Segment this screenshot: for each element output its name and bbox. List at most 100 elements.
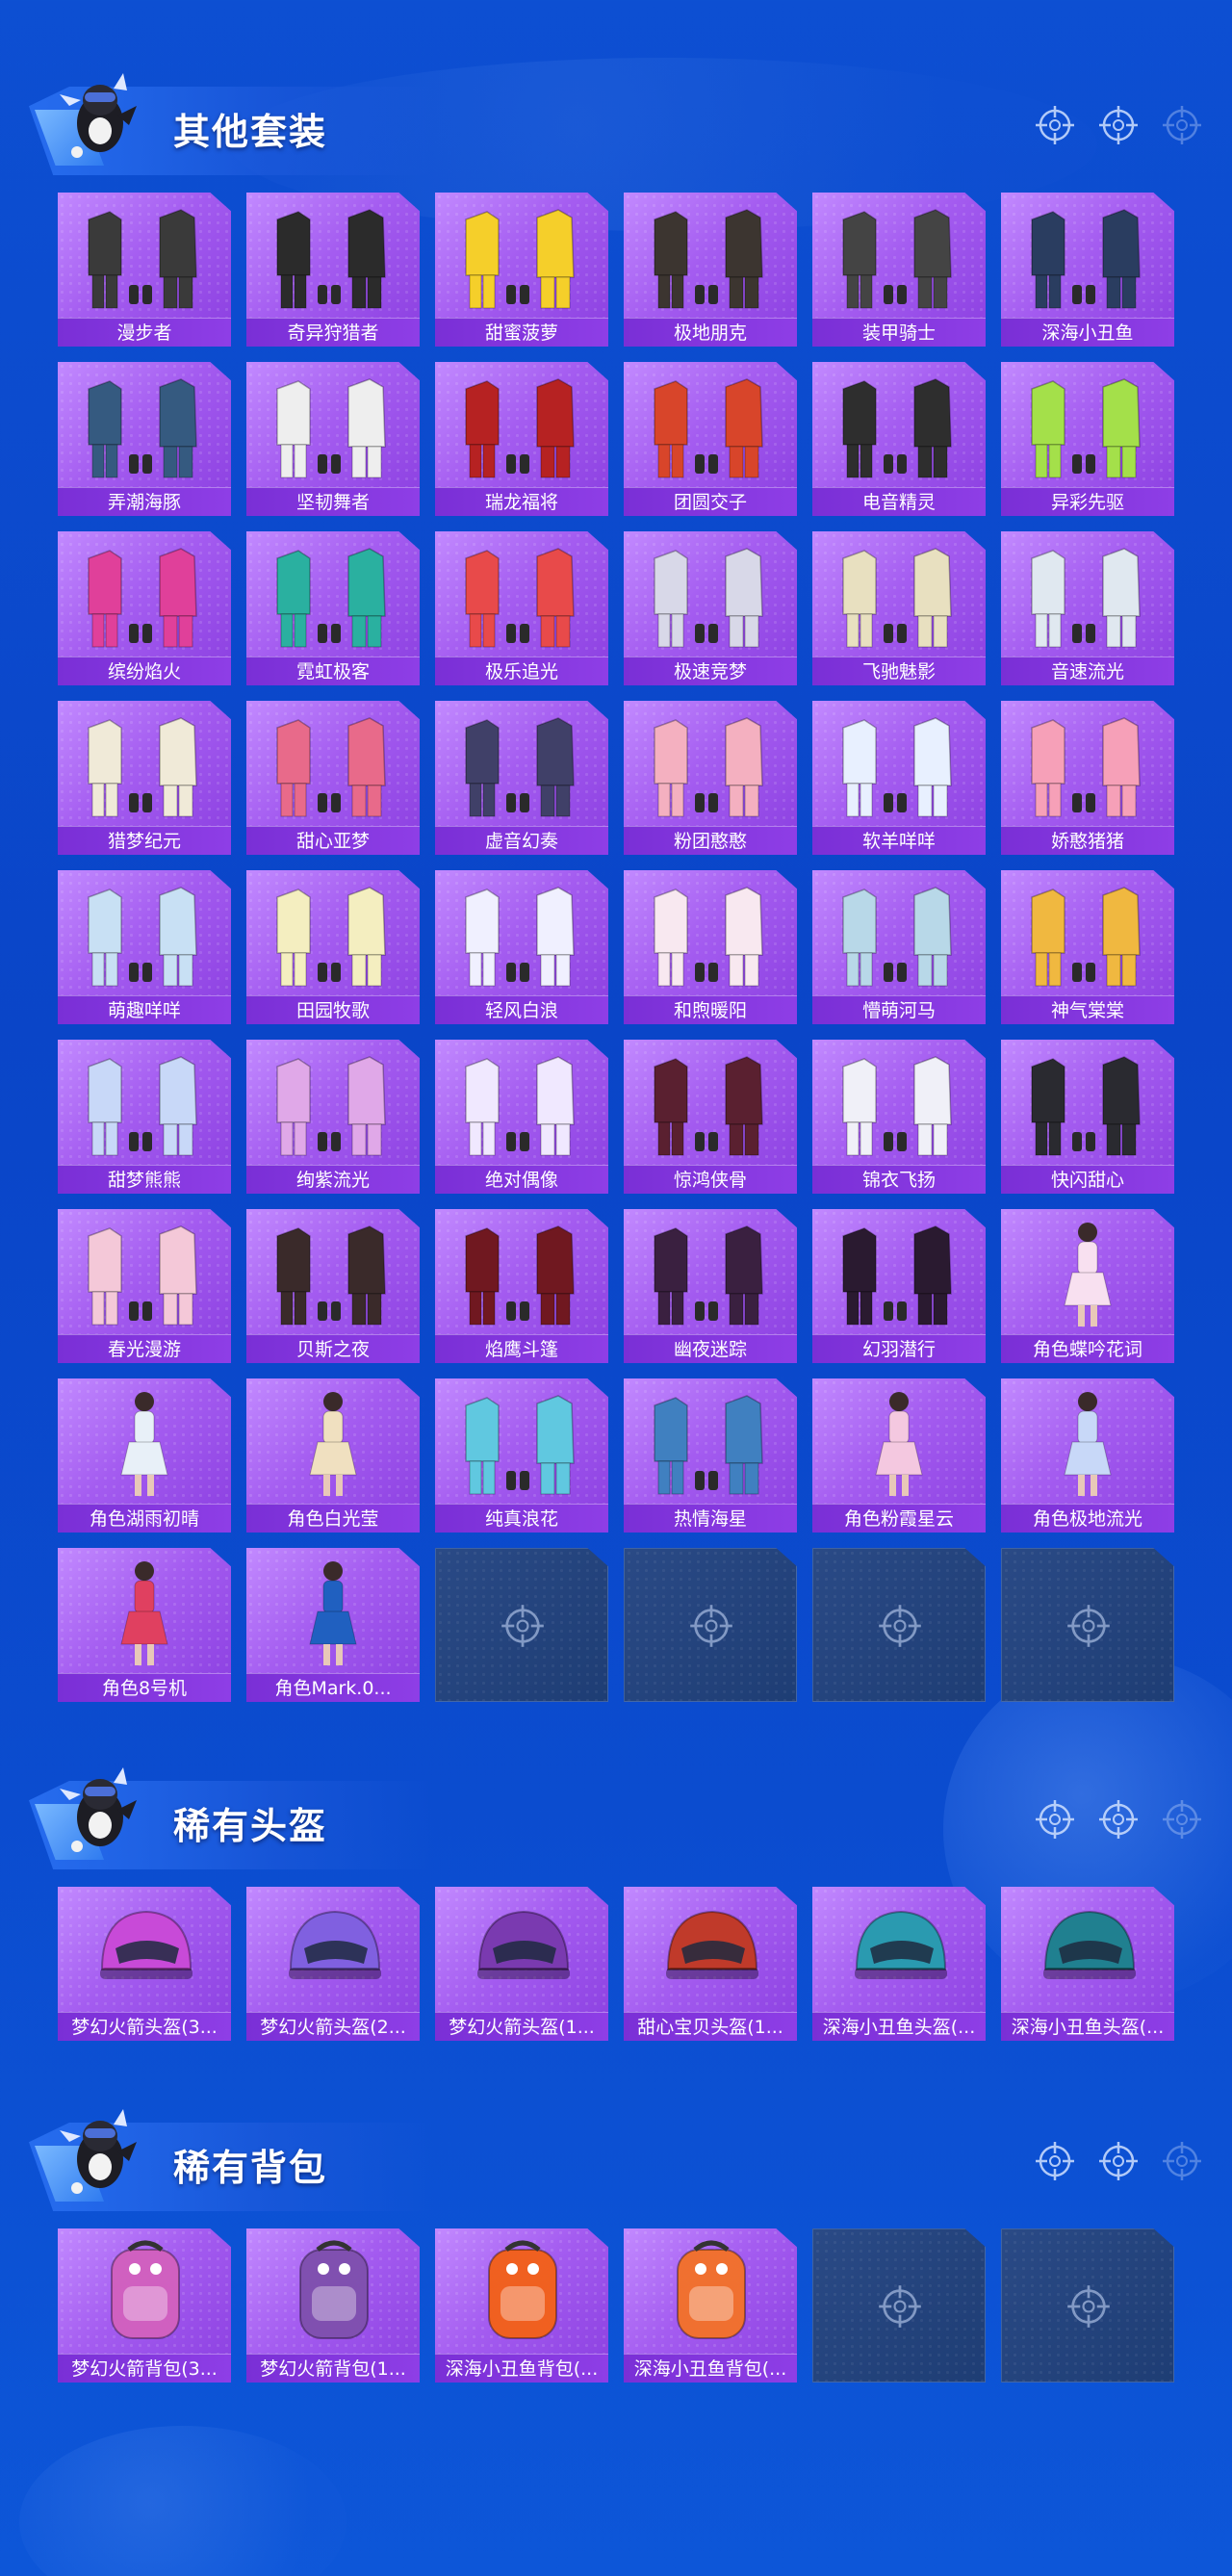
item-card[interactable]: 懵萌河马 — [812, 870, 986, 1024]
item-label: 梦幻火箭头盔(3... — [58, 2012, 231, 2041]
item-card[interactable]: 深海小丑鱼背包(... — [435, 2228, 608, 2383]
item-card[interactable]: 角色8号机 — [58, 1548, 231, 1702]
item-card[interactable]: 装甲骑士 — [812, 193, 986, 347]
item-label: 极乐追光 — [435, 657, 608, 685]
section-header: 稀有头盔 — [0, 1752, 1232, 1869]
item-label: 懵萌河马 — [812, 995, 986, 1024]
item-card[interactable]: 萌趣咩咩 — [58, 870, 231, 1024]
item-card[interactable]: 神气棠棠 — [1001, 870, 1174, 1024]
item-card[interactable]: 飞驰魅影 — [812, 531, 986, 685]
item-card[interactable]: 绚紫流光 — [246, 1040, 420, 1194]
outfit-icon — [465, 1225, 575, 1326]
item-card[interactable]: 角色湖雨初晴 — [58, 1378, 231, 1533]
item-label: 锦衣飞扬 — [812, 1165, 986, 1194]
item-card[interactable]: 春光漫游 — [58, 1209, 231, 1363]
item-card[interactable]: 惊鸿侠骨 — [624, 1040, 797, 1194]
outfit-icon — [88, 1225, 197, 1326]
item-card[interactable]: 猎梦纪元 — [58, 701, 231, 855]
item-card[interactable]: 轻风白浪 — [435, 870, 608, 1024]
character-icon — [309, 1392, 357, 1496]
item-card[interactable]: 田园牧歌 — [246, 870, 420, 1024]
item-card[interactable]: 坚韧舞者 — [246, 362, 420, 516]
item-card[interactable]: 深海小丑鱼 — [1001, 193, 1174, 347]
item-card[interactable]: 电音精灵 — [812, 362, 986, 516]
item-card[interactable]: 角色极地流光 — [1001, 1378, 1174, 1533]
item-card[interactable]: 虚音幻奏 — [435, 701, 608, 855]
item-card[interactable]: 绝对偶像 — [435, 1040, 608, 1194]
item-card[interactable]: 深海小丑鱼头盔(... — [1001, 1887, 1174, 2041]
item-label: 惊鸿侠骨 — [624, 1165, 797, 1194]
item-card[interactable]: 梦幻火箭头盔(3... — [58, 1887, 231, 2041]
item-card[interactable]: 和煦暖阳 — [624, 870, 797, 1024]
item-card[interactable]: 团圆交子 — [624, 362, 797, 516]
item-label: 缤纷焰火 — [58, 657, 231, 685]
item-card[interactable]: 角色蝶吟花词 — [1001, 1209, 1174, 1363]
item-label: 极地朋克 — [624, 318, 797, 347]
item-label: 幽夜迷踪 — [624, 1334, 797, 1363]
outfit-icon — [465, 1056, 575, 1156]
outfit-icon — [465, 209, 575, 309]
item-card[interactable]: 甜蜜菠萝 — [435, 193, 608, 347]
item-card[interactable]: 弄潮海豚 — [58, 362, 231, 516]
item-label: 纯真浪花 — [435, 1504, 608, 1533]
item-card[interactable]: 极乐追光 — [435, 531, 608, 685]
item-card[interactable]: 贝斯之夜 — [246, 1209, 420, 1363]
section-title: 其他套装 — [173, 111, 328, 153]
item-card[interactable]: 瑞龙福将 — [435, 362, 608, 516]
item-card[interactable]: 梦幻火箭头盔(1... — [435, 1887, 608, 2041]
item-card[interactable]: 极地朋克 — [624, 193, 797, 347]
item-card[interactable]: 异彩先驱 — [1001, 362, 1174, 516]
item-label: 深海小丑鱼头盔(... — [1001, 2012, 1174, 2041]
item-label: 团圆交子 — [624, 487, 797, 516]
item-card[interactable]: 深海小丑鱼背包(... — [624, 2228, 797, 2383]
item-label: 奇异狩猎者 — [246, 318, 420, 347]
item-card[interactable]: 甜梦熊熊 — [58, 1040, 231, 1194]
item-label: 热情海星 — [624, 1504, 797, 1533]
item-card[interactable]: 角色白光莹 — [246, 1378, 420, 1533]
empty-slot — [812, 2228, 986, 2383]
backpack-icon — [111, 2240, 180, 2339]
item-card[interactable]: 霓虹极客 — [246, 531, 420, 685]
item-card[interactable]: 纯真浪花 — [435, 1378, 608, 1533]
item-card[interactable]: 缤纷焰火 — [58, 531, 231, 685]
helmet-icon — [1043, 1910, 1136, 1979]
crosshair-icon — [1099, 1800, 1138, 1839]
item-card[interactable]: 甜心宝贝头盔(1... — [624, 1887, 797, 2041]
item-card[interactable]: 快闪甜心 — [1001, 1040, 1174, 1194]
empty-slot-icon — [1067, 2285, 1110, 2328]
crosshair-decor — [1034, 2140, 1203, 2182]
mascot-icon — [60, 1767, 137, 1852]
item-card[interactable]: 热情海星 — [624, 1378, 797, 1533]
item-card[interactable]: 极速竞梦 — [624, 531, 797, 685]
item-card[interactable]: 软羊咩咩 — [812, 701, 986, 855]
empty-slot — [624, 1548, 797, 1702]
item-label: 坚韧舞者 — [246, 487, 420, 516]
item-card[interactable]: 粉团憨憨 — [624, 701, 797, 855]
item-card[interactable]: 甜心亚梦 — [246, 701, 420, 855]
outfit-icon — [1031, 378, 1141, 478]
section-header: 其他套装 — [0, 58, 1232, 175]
item-label: 漫步者 — [58, 318, 231, 347]
item-label: 角色极地流光 — [1001, 1504, 1174, 1533]
item-card[interactable]: 焰鹰斗篷 — [435, 1209, 608, 1363]
item-card[interactable]: 梦幻火箭背包(3... — [58, 2228, 231, 2383]
item-card[interactable]: 角色Mark.0... — [246, 1548, 420, 1702]
outfit-icon — [88, 378, 197, 478]
item-label: 角色Mark.0... — [246, 1673, 420, 1702]
item-card[interactable]: 漫步者 — [58, 193, 231, 347]
item-card[interactable]: 梦幻火箭头盔(2... — [246, 1887, 420, 2041]
item-card[interactable]: 梦幻火箭背包(1... — [246, 2228, 420, 2383]
item-label: 神气棠棠 — [1001, 995, 1174, 1024]
item-card[interactable]: 幻羽潜行 — [812, 1209, 986, 1363]
item-card[interactable]: 锦衣飞扬 — [812, 1040, 986, 1194]
item-card[interactable]: 角色粉霞星云 — [812, 1378, 986, 1533]
empty-slot-icon — [879, 1605, 921, 1647]
item-card[interactable]: 音速流光 — [1001, 531, 1174, 685]
item-card[interactable]: 幽夜迷踪 — [624, 1209, 797, 1363]
item-card[interactable]: 奇异狩猎者 — [246, 193, 420, 347]
item-card[interactable]: 娇憨猪猪 — [1001, 701, 1174, 855]
item-card[interactable]: 深海小丑鱼头盔(... — [812, 1887, 986, 2041]
outfit-icon — [1031, 209, 1141, 309]
item-label: 角色蝶吟花词 — [1001, 1334, 1174, 1363]
item-grid: 梦幻火箭头盔(3... 梦幻火箭头盔(2... 梦幻火箭头盔(1... 甜心宝贝头盔(… — [58, 1887, 1174, 2041]
